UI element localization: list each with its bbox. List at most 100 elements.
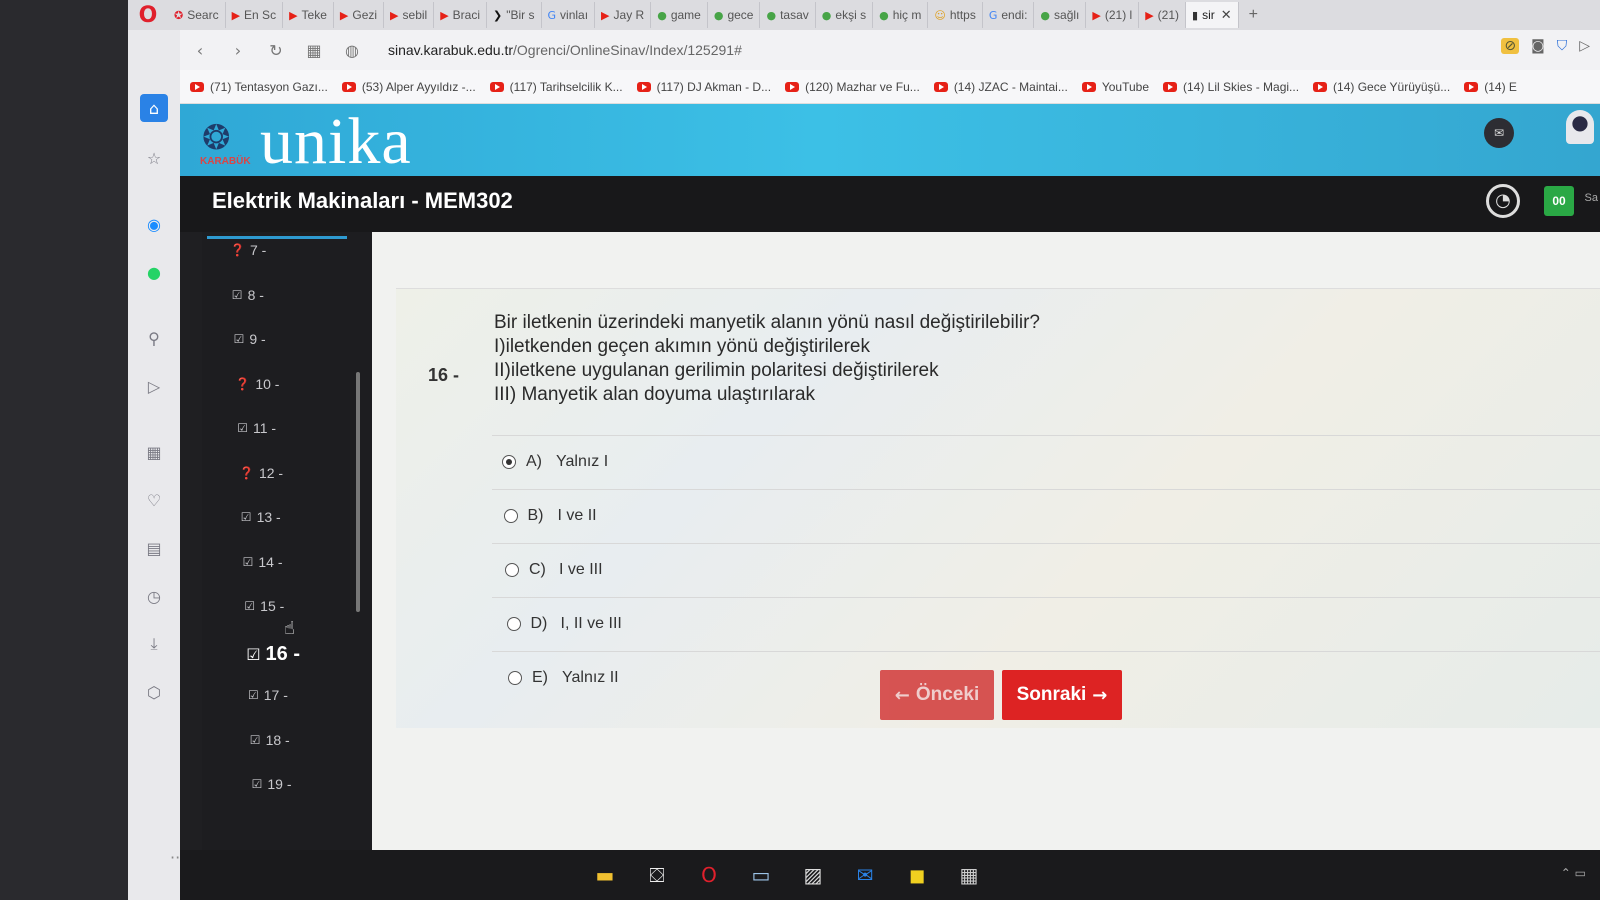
radio-icon[interactable]: [506, 617, 521, 631]
calculator-icon[interactable]: ▦: [954, 860, 984, 890]
browser-tab[interactable]: ✪ Searc: [168, 2, 226, 28]
monitor-icon[interactable]: ▭: [746, 860, 776, 890]
qnav-scrollbar[interactable]: [356, 372, 360, 612]
camera-icon[interactable]: ◙: [1531, 38, 1545, 54]
question-nav-item[interactable]: ☑ 9 -: [234, 331, 266, 347]
question-nav-item[interactable]: ❓ 12 -: [239, 465, 283, 481]
browser-tab[interactable]: ● hiç m: [873, 2, 929, 28]
whatsapp-icon[interactable]: ●: [140, 258, 168, 286]
answer-option[interactable]: A) Yalnız I: [502, 453, 608, 471]
radio-icon[interactable]: [503, 509, 518, 523]
answer-option[interactable]: D) I, II ve III: [506, 615, 622, 633]
star-icon[interactable]: ☆: [140, 144, 168, 172]
tab-favicon-icon: G: [988, 8, 998, 22]
radio-checked-icon[interactable]: [502, 455, 516, 469]
back-icon[interactable]: ‹: [190, 41, 210, 60]
apps-grid-icon[interactable]: ▦: [140, 438, 168, 466]
bookmark-item[interactable]: (53) Alper Ayyıldız -...: [341, 80, 476, 94]
notes-icon[interactable]: ◼: [902, 860, 932, 890]
bookmark-item[interactable]: (14) E: [1464, 80, 1517, 94]
bookmark-label: (14) Lil Skies - Magi...: [1183, 79, 1300, 94]
browser-tab[interactable]: ● gece: [708, 2, 761, 28]
vpn-icon[interactable]: ⊘: [1501, 38, 1520, 54]
checkbox-checked-icon: ☑: [249, 732, 261, 747]
bookmark-item[interactable]: (117) DJ Akman - D...: [636, 80, 771, 94]
download-icon[interactable]: ⤓: [140, 630, 168, 658]
tab-favicon-icon: ▶: [390, 8, 399, 22]
mail-icon[interactable]: ✉: [1484, 118, 1514, 148]
new-tab-icon[interactable]: +: [1239, 6, 1268, 24]
question-nav-item[interactable]: ❓ 10 -: [235, 376, 279, 392]
answer-option[interactable]: B) I ve II: [503, 507, 597, 525]
browser-tab[interactable]: ● ekşi s: [816, 2, 874, 28]
question-nav-item[interactable]: ❓ 7 -: [230, 242, 266, 258]
tabs-grid-icon[interactable]: ▦: [304, 41, 324, 60]
browser-tab[interactable]: ❯ "Bir s: [487, 2, 542, 28]
bookmark-item[interactable]: (117) Tarihselcilik K...: [489, 79, 623, 94]
browser-tab[interactable]: ● tasav: [760, 2, 816, 28]
radio-icon[interactable]: [508, 671, 522, 685]
opera-logo-icon[interactable]: O: [128, 3, 168, 28]
box-icon[interactable]: ⬡: [140, 678, 168, 706]
browser-tab[interactable]: ☺ https: [928, 2, 983, 28]
messenger-icon[interactable]: ◉: [140, 210, 168, 238]
heart-icon[interactable]: ♡: [140, 486, 168, 514]
tab-favicon-icon: ▶: [231, 8, 241, 22]
history-icon[interactable]: ◷: [140, 582, 168, 610]
home-icon[interactable]: ⌂: [140, 94, 168, 122]
browser-tab[interactable]: ▶ (21) l: [1086, 2, 1140, 28]
browser-tab[interactable]: ● sağlı: [1034, 2, 1087, 28]
bookmark-item[interactable]: (14) Lil Skies - Magi...: [1163, 80, 1299, 94]
browser-tab[interactable]: Gvinlaı: [542, 2, 596, 28]
forward-icon[interactable]: ›: [228, 41, 248, 60]
question-nav-item[interactable]: ☑ 18 -: [250, 732, 290, 748]
send-icon[interactable]: ▷: [140, 372, 168, 400]
browser-tab[interactable]: ▶ sebil: [384, 2, 435, 28]
answer-option[interactable]: C) I ve III: [505, 561, 603, 579]
browser-tab[interactable]: Gendi:: [983, 2, 1035, 28]
tab-favicon-icon: ☺: [934, 8, 946, 22]
previous-button[interactable]: ← Önceki: [880, 670, 994, 720]
url-field[interactable]: sinav.karabuk.edu.tr/Ogrenci/OnlineSinav…: [388, 42, 742, 58]
shield-icon[interactable]: ⛉: [1557, 38, 1568, 54]
tab-favicon-icon: ▶: [1092, 8, 1101, 22]
search-icon[interactable]: ⚲: [140, 324, 168, 352]
play-icon[interactable]: ▷: [1579, 38, 1590, 54]
tab-close-icon[interactable]: ✕: [1221, 7, 1232, 23]
question-nav-item[interactable]: ☑ 8 -: [232, 287, 264, 303]
avatar[interactable]: ●: [1566, 110, 1594, 144]
question-nav-item[interactable]: ☑ 15 -: [244, 598, 284, 614]
photos-icon[interactable]: ▨: [798, 860, 828, 890]
folder-icon[interactable]: ▬: [590, 860, 620, 890]
news-icon[interactable]: ▤: [140, 534, 168, 562]
opera-icon[interactable]: O: [694, 860, 724, 890]
browser-tab[interactable]: ▶ Gezi: [334, 2, 385, 28]
bookmark-item[interactable]: (14) Gece Yürüyüşü...: [1313, 80, 1450, 94]
browser-tab[interactable]: ▶ (21): [1139, 2, 1186, 28]
bookmark-item[interactable]: (71) Tentasyon Gazı...: [190, 80, 328, 94]
bookmark-label: (117) Tarihselcilik K...: [509, 79, 623, 94]
question-nav-item[interactable]: ☑ 19 -: [252, 776, 292, 792]
radio-icon[interactable]: [505, 563, 519, 577]
store-icon[interactable]: ⛋: [642, 860, 672, 890]
browser-tab[interactable]: ● game: [651, 2, 708, 28]
youtube-icon: [489, 81, 504, 92]
browser-tab[interactable]: ▶ Braci: [434, 2, 488, 28]
answer-option[interactable]: E) Yalnız II: [508, 669, 619, 687]
reload-icon[interactable]: ↻: [266, 41, 286, 60]
browser-tab[interactable]: ▶ En Sc: [226, 2, 284, 28]
question-nav-item[interactable]: ☑ 14 -: [243, 554, 283, 570]
bookmark-item[interactable]: YouTube: [1081, 80, 1149, 94]
question-nav-item[interactable]: ☑ 17 -: [248, 687, 288, 703]
next-button[interactable]: Sonraki →: [1002, 670, 1122, 720]
question-nav-item[interactable]: ☑ 16 -: [246, 643, 300, 666]
question-nav-item[interactable]: ☑ 11 -: [237, 420, 276, 436]
browser-tab[interactable]: ▶ Teke: [283, 2, 334, 28]
system-tray-icon[interactable]: ⌃ ▭: [1561, 866, 1586, 880]
bookmark-item[interactable]: (120) Mazhar ve Fu...: [785, 80, 920, 94]
browser-tab[interactable]: ▮ sir ✕: [1186, 2, 1239, 28]
mail-app-icon[interactable]: ✉: [850, 860, 880, 890]
browser-tab[interactable]: ▶ Jay R: [595, 2, 652, 28]
question-nav-item[interactable]: ☑ 13 -: [241, 509, 281, 525]
bookmark-item[interactable]: (14) JZAC - Maintai...: [933, 80, 1068, 94]
